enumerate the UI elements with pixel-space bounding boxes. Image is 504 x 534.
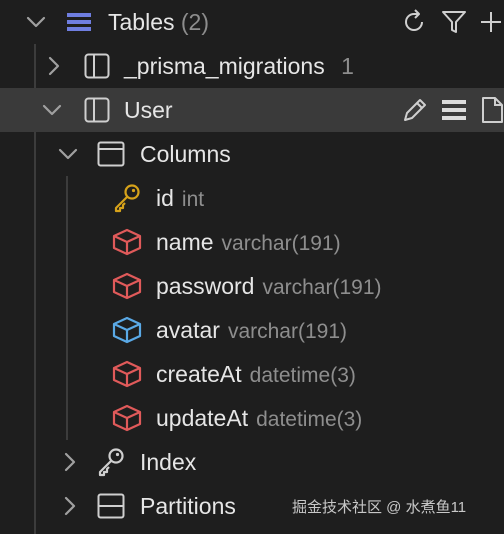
- columns-label: Columns: [140, 141, 231, 167]
- column-name: name: [156, 229, 214, 255]
- column-type: datetime(3): [256, 408, 363, 431]
- column-row-updateat[interactable]: updateAt datetime(3): [0, 396, 504, 440]
- table-name: User: [124, 97, 173, 123]
- row-count: 1: [341, 53, 354, 79]
- document-icon[interactable]: [480, 88, 504, 132]
- key-icon: [110, 176, 144, 220]
- columns-icon: [94, 132, 128, 176]
- list-icon: [62, 0, 96, 44]
- add-icon[interactable]: [478, 0, 504, 44]
- column-type: varchar(191): [262, 276, 382, 299]
- chevron-right-icon[interactable]: [58, 440, 82, 484]
- chevron-down-icon[interactable]: [24, 0, 48, 44]
- column-type: int: [181, 188, 205, 211]
- column-type: varchar(191): [227, 320, 347, 343]
- column-name: password: [156, 273, 255, 299]
- tables-row[interactable]: Tables (2): [0, 0, 504, 44]
- column-row-name[interactable]: name varchar(191): [0, 220, 504, 264]
- table-name: _prisma_migrations: [124, 53, 325, 79]
- columns-group-row[interactable]: Columns: [0, 132, 504, 176]
- cube-icon: [110, 396, 144, 440]
- column-name: createAt: [156, 361, 242, 387]
- column-name: id: [156, 185, 174, 211]
- menu-icon[interactable]: [440, 88, 468, 132]
- watermark-text: 掘金技术社区 @ 水煮鱼11: [292, 499, 467, 516]
- partitions-label: Partitions: [140, 493, 236, 519]
- column-type: varchar(191): [221, 232, 341, 255]
- index-label: Index: [140, 449, 197, 475]
- table-prisma-migrations-row[interactable]: _prisma_migrations 1: [0, 44, 504, 88]
- column-row-password[interactable]: password varchar(191): [0, 264, 504, 308]
- tables-label: Tables: [108, 9, 175, 35]
- refresh-icon[interactable]: [400, 0, 428, 44]
- chevron-right-icon[interactable]: [42, 44, 66, 88]
- table-icon: [80, 44, 114, 88]
- chevron-down-icon[interactable]: [56, 132, 80, 176]
- cube-icon: [110, 352, 144, 396]
- cube-icon: [110, 308, 144, 352]
- filter-icon[interactable]: [440, 0, 468, 44]
- key-icon: [94, 440, 128, 484]
- chevron-right-icon[interactable]: [58, 484, 82, 528]
- column-name: updateAt: [156, 405, 249, 431]
- chevron-down-icon[interactable]: [40, 88, 64, 132]
- partitions-icon: [94, 484, 128, 528]
- column-row-avatar[interactable]: avatar varchar(191): [0, 308, 504, 352]
- column-row-id[interactable]: id int: [0, 176, 504, 220]
- edit-icon[interactable]: [400, 88, 430, 132]
- table-user-row[interactable]: User: [0, 88, 504, 132]
- column-type: datetime(3): [249, 364, 356, 387]
- cube-icon: [110, 264, 144, 308]
- column-row-createat[interactable]: createAt datetime(3): [0, 352, 504, 396]
- index-group-row[interactable]: Index: [0, 440, 504, 484]
- column-name: avatar: [156, 317, 220, 343]
- cube-icon: [110, 220, 144, 264]
- tables-count: (2): [180, 9, 209, 35]
- table-icon: [80, 88, 114, 132]
